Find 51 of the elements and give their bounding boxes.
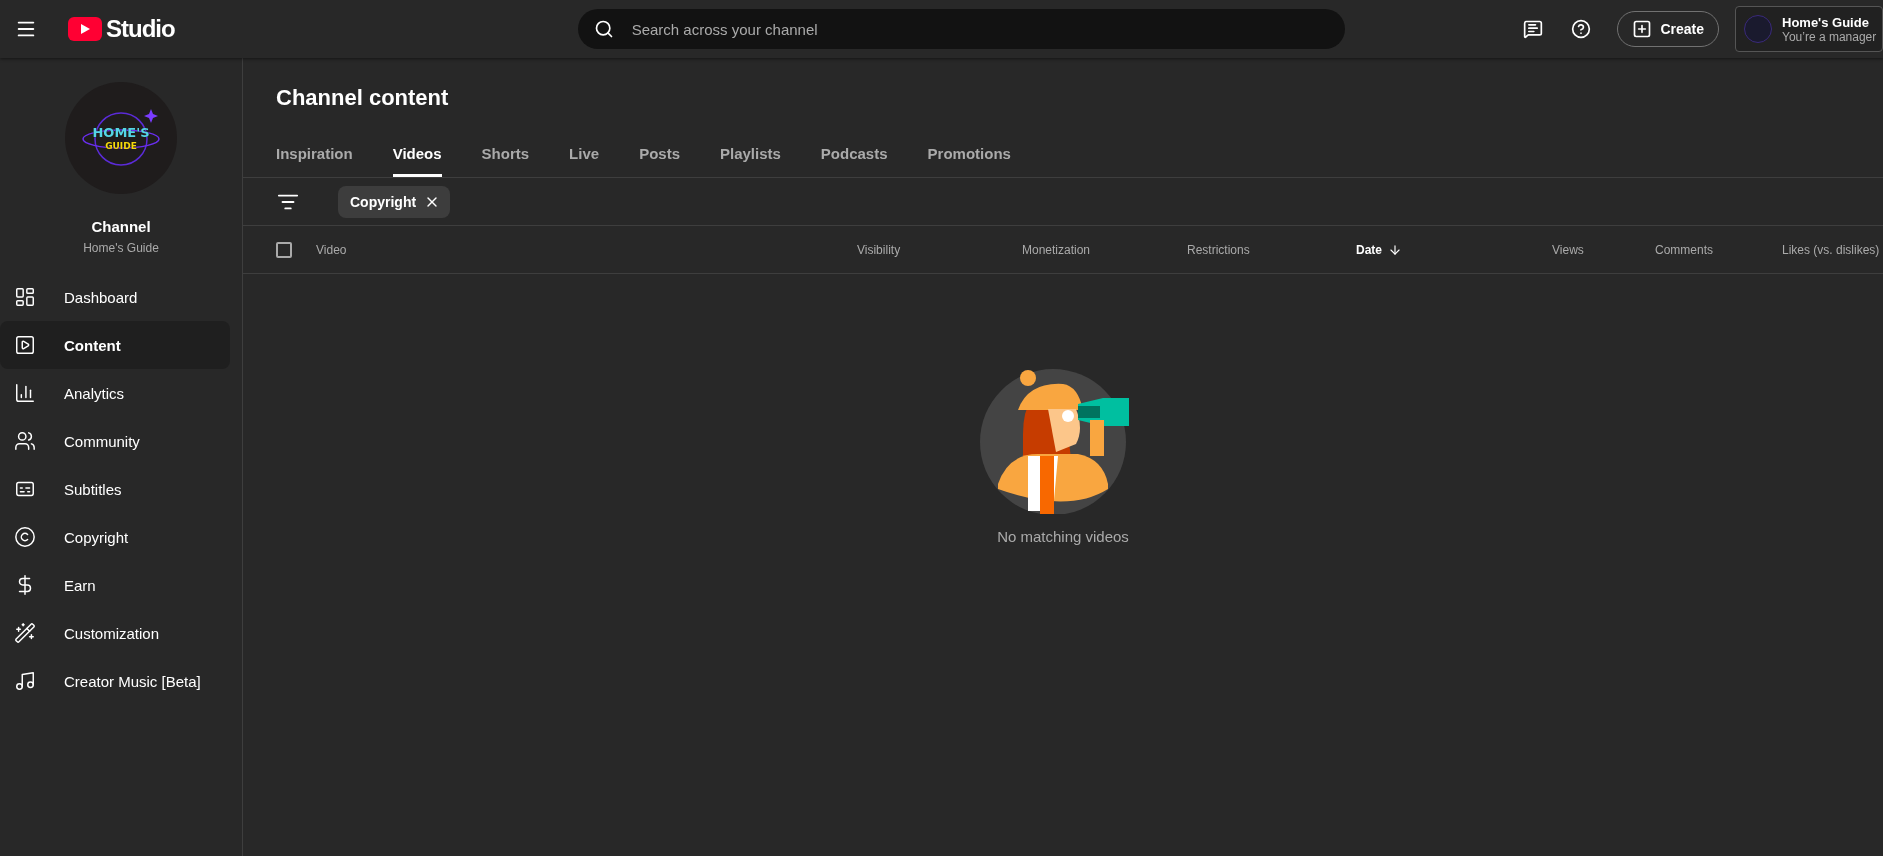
sidebar-item[interactable]: Subtitles — [0, 465, 230, 513]
tab[interactable]: Promotions — [927, 145, 1011, 177]
dashboard-icon — [14, 286, 36, 308]
tab[interactable]: Inspiration — [276, 145, 353, 177]
account-name: Home's Guide — [1782, 14, 1870, 30]
tab[interactable]: Videos — [392, 145, 442, 177]
sidebar-item[interactable]: Creator Music [Beta] — [0, 657, 230, 705]
help-icon — [1571, 19, 1592, 39]
people-icon — [14, 430, 36, 452]
sparkle-icon — [144, 109, 158, 123]
logo-icon — [68, 17, 102, 41]
search-input[interactable]: Search across your channel — [629, 19, 1329, 39]
tab[interactable]: Podcasts — [820, 145, 888, 177]
sidebar-item[interactable]: Dashboard — [0, 273, 230, 321]
sidebar-item[interactable]: Earn — [0, 561, 230, 609]
tab[interactable]: Shorts — [481, 145, 530, 177]
column-header[interactable]: Restrictions — [1187, 242, 1356, 257]
channel-name: Home's Guide — [83, 241, 159, 255]
tab[interactable]: Posts — [639, 145, 680, 177]
tab[interactable]: Live — [569, 145, 600, 177]
search-field[interactable]: Search across your channel — [577, 9, 1345, 49]
feedback-icon — [1523, 19, 1544, 39]
copyright-icon — [14, 526, 36, 548]
sidebar-item[interactable]: Customization — [0, 609, 230, 657]
channel-title: Channel — [91, 218, 151, 235]
account-avatar — [1744, 15, 1772, 43]
sidebar-item[interactable]: Community — [0, 417, 230, 465]
account-switcher[interactable]: Home's Guide You’re a manager — [1735, 6, 1883, 52]
bar-chart-icon — [14, 382, 36, 404]
column-header[interactable]: Video — [316, 242, 857, 257]
sidebar-item[interactable]: Analytics — [0, 369, 230, 417]
plus-icon — [1632, 19, 1653, 39]
filter-chip[interactable]: Copyright — [338, 185, 451, 218]
select-all-checkbox[interactable] — [276, 241, 292, 258]
music-note-icon — [14, 670, 36, 692]
empty-state-text: No matching videos — [997, 528, 1129, 545]
column-header[interactable]: Date — [1356, 242, 1552, 257]
magic-wand-icon — [14, 622, 36, 644]
column-header[interactable]: Visibility — [857, 242, 1022, 257]
column-header[interactable]: Comments — [1655, 242, 1782, 257]
sidebar-item[interactable]: Content — [0, 321, 230, 369]
search-icon — [593, 19, 614, 39]
page-title: Channel content — [275, 84, 450, 111]
play-icon — [14, 334, 36, 356]
sidebar-item[interactable]: Copyright — [0, 513, 230, 561]
column-header[interactable]: Monetization — [1022, 242, 1187, 257]
column-header[interactable]: Views — [1552, 242, 1655, 257]
logo-text: Studio — [106, 15, 175, 43]
column-header[interactable]: Likes (vs. dislikes) — [1782, 242, 1883, 257]
account-role: You’re a manager — [1782, 29, 1877, 44]
tab[interactable]: Playlists — [720, 145, 781, 177]
